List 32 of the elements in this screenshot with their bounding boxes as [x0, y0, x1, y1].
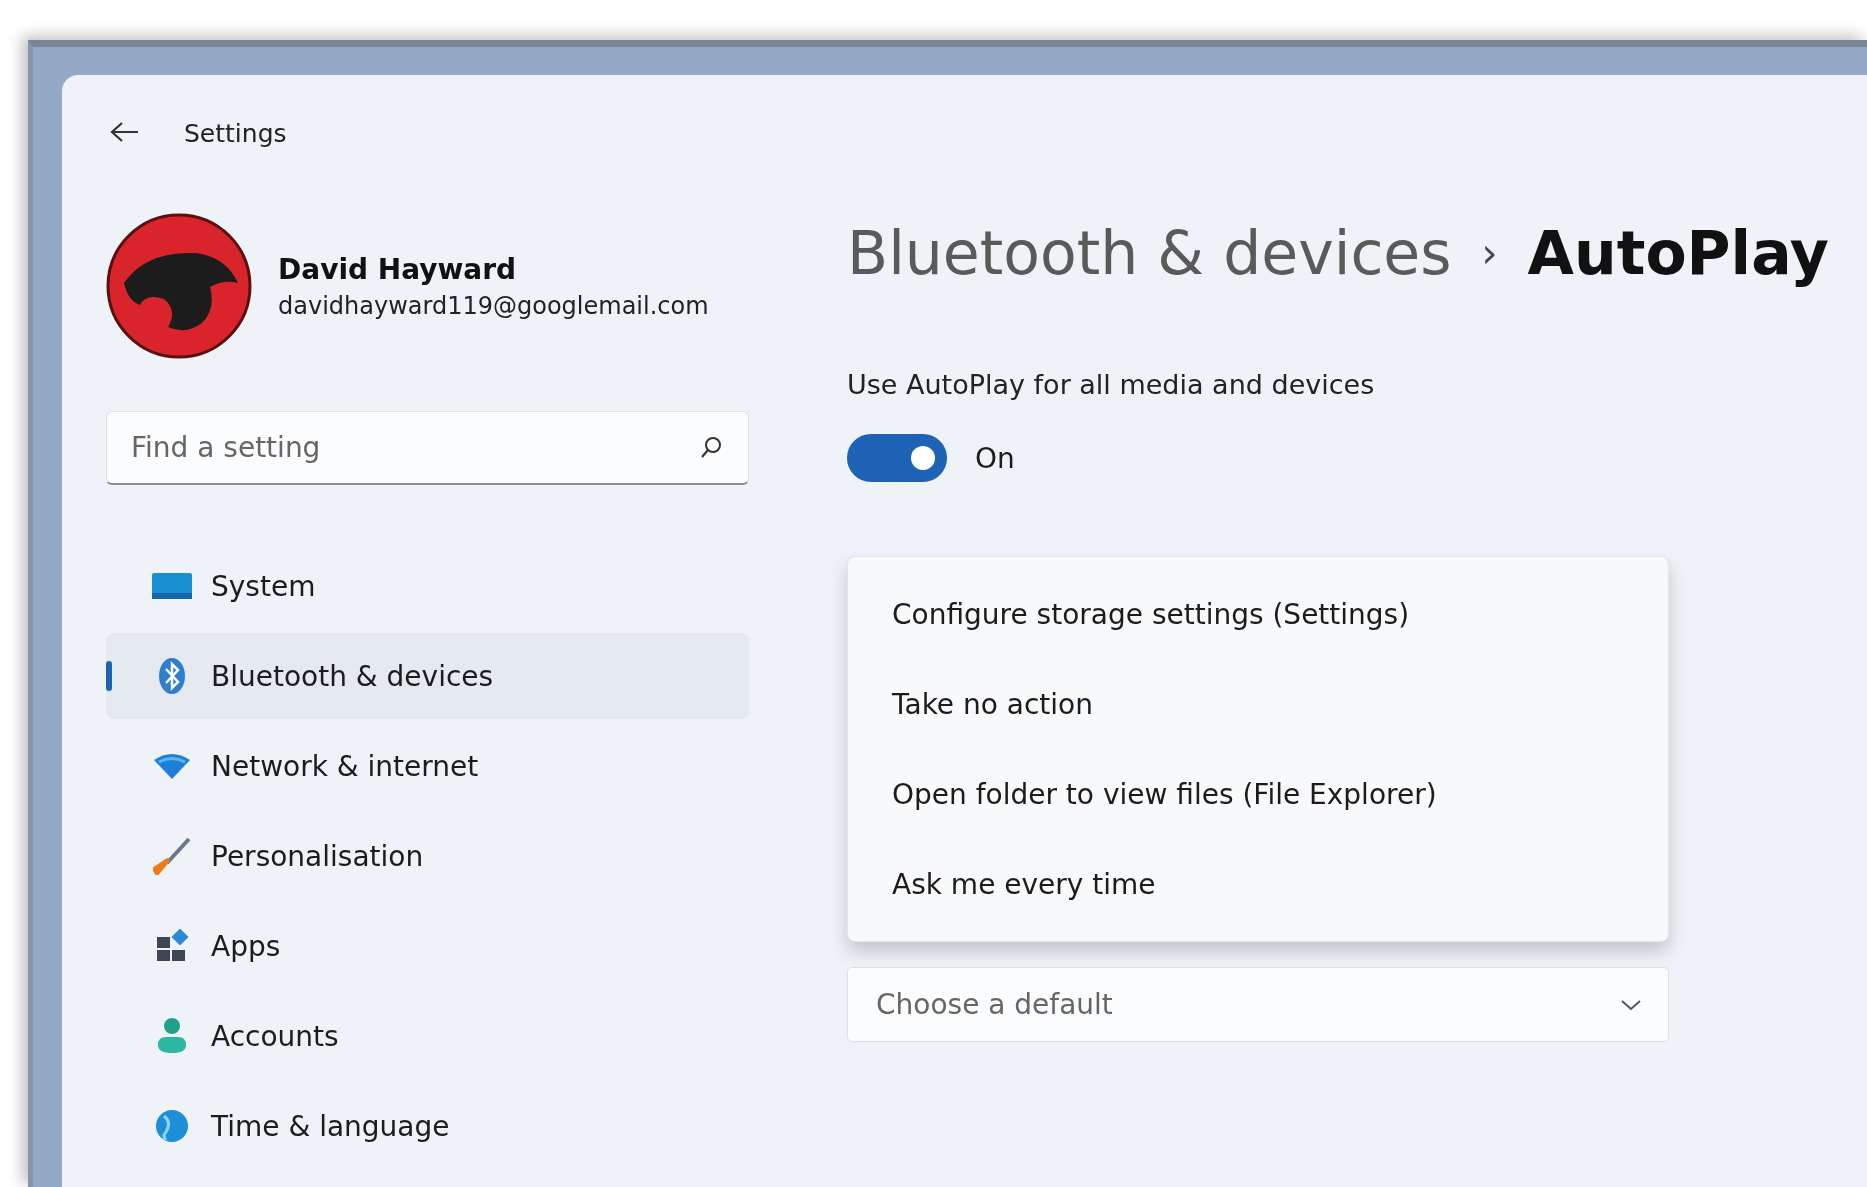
nav-item[interactable]: Apps: [106, 903, 749, 989]
nav-item[interactable]: Personalisation: [106, 813, 749, 899]
apps-icon: [154, 929, 189, 963]
dropdown[interactable]: Choose a default: [847, 967, 1669, 1042]
setting-label: Use AutoPlay for all media and devices: [847, 369, 1376, 400]
search-field[interactable]: Find a setting: [106, 411, 749, 485]
menu-item[interactable]: Configure storage settings (Settings): [848, 569, 1668, 659]
menu-item[interactable]: Ask me every time: [848, 839, 1668, 929]
user-name: David Hayward: [278, 252, 518, 286]
selection-indicator: [106, 661, 112, 691]
nav-item[interactable]: System: [106, 543, 749, 629]
menu-item[interactable]: Open folder to view files (File Explorer): [848, 749, 1668, 839]
page-title: AutoPlay: [1527, 218, 1829, 288]
paintbrush-icon: [152, 837, 191, 875]
nav-item[interactable]: Bluetooth & devices: [106, 633, 749, 719]
toggle-state-label: On: [975, 441, 1015, 475]
breadcrumb-parent[interactable]: Bluetooth & devices: [847, 218, 1452, 288]
nav-item[interactable]: Network & internet: [106, 723, 749, 809]
menu-item[interactable]: Take no action: [848, 659, 1668, 749]
monitor-icon: [151, 573, 192, 599]
window-title: Settings: [184, 118, 287, 148]
breadcrumb-separator: ›: [1481, 230, 1498, 276]
wifi-icon: [152, 753, 191, 779]
nav-item[interactable]: Accounts: [106, 993, 749, 1079]
chevron-down-icon: [1620, 997, 1642, 1012]
avatar-icon: [106, 213, 252, 359]
user-email: davidhayward119@googlemail.com: [278, 291, 709, 320]
bluetooth-icon: [157, 657, 186, 695]
toggle-switch[interactable]: [847, 434, 947, 482]
nav-item[interactable]: Time & language: [106, 1083, 749, 1169]
person-icon: [155, 1017, 188, 1055]
globe-icon: [153, 1108, 190, 1144]
